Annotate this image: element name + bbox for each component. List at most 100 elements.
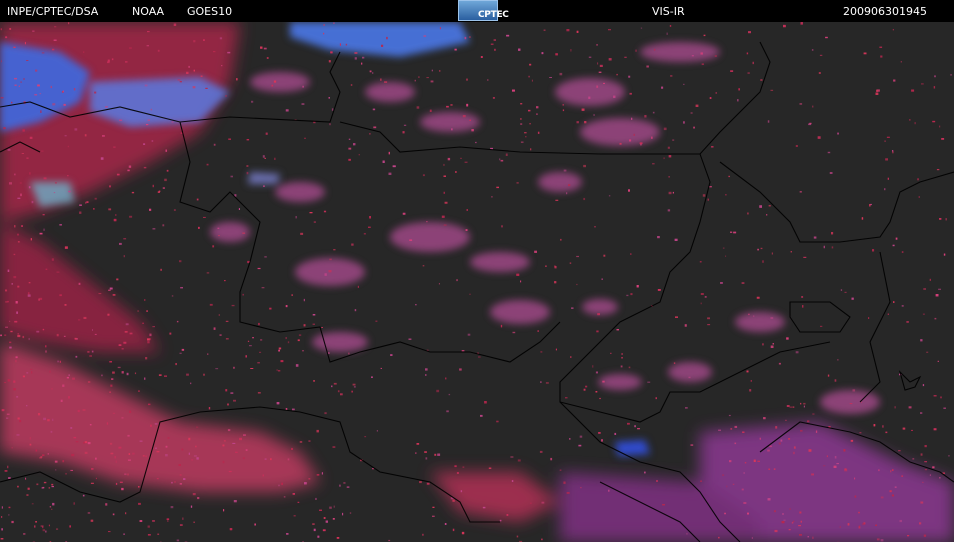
cloud-speckle	[562, 104, 564, 106]
cloud-speckle	[640, 27, 643, 29]
cloud-speckle	[143, 166, 147, 169]
cloud-speckle	[938, 288, 941, 290]
cloud-speckle	[652, 163, 655, 165]
cloud-speckle	[29, 443, 32, 446]
cloud-speckle	[300, 232, 304, 235]
cloud-speckle	[69, 525, 71, 528]
cloud-speckle	[70, 469, 73, 471]
cloud-speckle	[876, 89, 879, 92]
cloud-speckle	[899, 519, 902, 523]
cloud-speckle	[45, 345, 47, 348]
cloud-speckle	[540, 381, 542, 383]
cloud-speckle	[919, 522, 922, 525]
cloud-speckle	[384, 81, 388, 83]
cloud-speckle	[884, 140, 886, 142]
cloud-speckle	[657, 289, 661, 291]
cloud-speckle	[707, 317, 710, 320]
cloud-speckle	[152, 326, 155, 328]
cloud-speckle	[93, 208, 95, 210]
cloud-speckle	[843, 449, 846, 452]
cloud-speckle	[94, 333, 97, 335]
cloud-speckle	[351, 243, 354, 246]
cloud-speckle	[852, 389, 856, 392]
cloud-speckle	[668, 191, 672, 195]
cloud-speckle	[376, 430, 378, 432]
cloud-speckle	[105, 503, 108, 506]
cloud-speckle	[443, 175, 446, 177]
cloud-speckle	[602, 380, 605, 383]
cloud-speckle	[59, 294, 62, 297]
cloud-speckle	[125, 323, 129, 326]
cloud-speckle	[98, 293, 102, 295]
cloud-speckle	[5, 326, 8, 328]
cloud-speckle	[73, 436, 77, 439]
cloud-speckle	[37, 413, 41, 416]
cloud-speckle	[783, 24, 786, 28]
cloud-speckle	[895, 237, 898, 240]
cloud-speckle	[584, 121, 587, 124]
cloud-speckle	[123, 341, 127, 344]
cloud-speckle	[849, 403, 853, 405]
cloud-speckle	[3, 127, 6, 130]
cloud-speckle	[65, 473, 67, 475]
cloud-speckle	[922, 481, 924, 483]
cloud-speckle	[480, 414, 483, 417]
cloud-speckle	[445, 377, 447, 380]
cloud-speckle	[626, 294, 629, 297]
cloud-speckle	[85, 201, 87, 204]
cloud-speckle	[124, 331, 128, 333]
mid-cloud-6	[555, 78, 625, 106]
cloud-speckle	[0, 334, 2, 337]
cloud-speckle	[87, 442, 91, 445]
cloud-speckle	[933, 428, 937, 431]
cloud-speckle	[847, 523, 850, 526]
cloud-speckle	[471, 129, 474, 132]
cloud-speckle	[516, 273, 520, 276]
cloud-speckle	[781, 521, 785, 524]
cloud-speckle	[52, 418, 54, 421]
cloud-speckle	[7, 300, 9, 303]
high-cloud-fleck	[248, 172, 280, 184]
cloud-speckle	[35, 449, 38, 452]
cloud-speckle	[30, 368, 33, 370]
cloud-speckle	[728, 175, 730, 178]
cloud-speckle	[180, 287, 183, 289]
cloud-speckle	[563, 169, 567, 172]
cloud-speckle	[543, 29, 546, 31]
cloud-speckle	[113, 146, 116, 148]
cloud-speckle	[876, 538, 880, 541]
cloud-speckle	[128, 459, 131, 461]
cloud-speckle	[128, 165, 132, 168]
cloud-speckle	[878, 469, 880, 472]
cloud-speckle	[773, 468, 776, 470]
cloud-speckle	[722, 474, 725, 476]
cloud-speckle	[52, 48, 55, 51]
cloud-speckle	[741, 282, 745, 284]
cloud-speckle	[644, 115, 647, 118]
cloud-speckle	[892, 29, 894, 31]
cloud-speckle	[319, 509, 322, 511]
cloud-speckle	[291, 447, 293, 450]
cloud-speckle	[332, 446, 336, 448]
org-label: NOAA	[132, 5, 165, 18]
cloud-speckle	[868, 317, 870, 319]
cloud-speckle	[608, 195, 611, 197]
cloud-speckle	[1, 516, 3, 518]
cloud-speckle	[31, 371, 33, 374]
cloud-speckle	[700, 293, 704, 295]
cloud-speckle	[23, 78, 25, 80]
cloud-speckle	[213, 327, 216, 330]
mid-cloud-4	[470, 252, 530, 272]
cloud-speckle	[693, 126, 695, 129]
cloud-speckle	[880, 539, 884, 542]
cloud-speckle	[419, 481, 422, 484]
cloud-speckle	[339, 43, 341, 46]
cloud-speckle	[426, 77, 429, 79]
cptec-logo-icon: CPTEC	[458, 0, 509, 21]
cloud-speckle	[380, 367, 382, 369]
cloud-speckle	[432, 506, 435, 508]
cloud-speckle	[118, 446, 122, 449]
cloud-speckle	[430, 80, 434, 83]
cloud-speckle	[753, 459, 756, 462]
cloud-speckle	[23, 533, 26, 535]
